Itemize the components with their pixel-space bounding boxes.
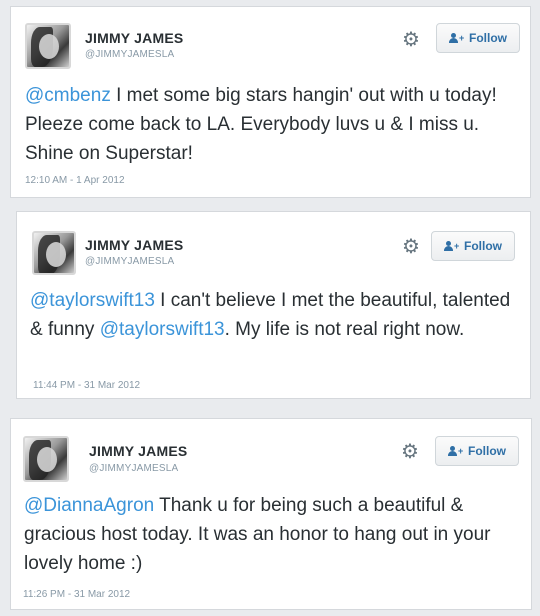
follow-label: Follow [468,444,506,458]
tweet-text: @cmbenz I met some big stars hangin' out… [25,81,516,168]
follow-label: Follow [464,239,502,253]
mention-link[interactable]: @DiannaAgron [24,495,154,516]
follow-button[interactable]: + Follow [431,231,515,261]
username-handle[interactable]: @JIMMYJAMESLA [85,49,174,60]
add-person-icon: + [449,32,464,44]
mention-link[interactable]: @cmbenz [25,85,111,106]
avatar[interactable] [32,231,76,275]
add-person-icon: + [448,445,463,457]
tweet-card: JIMMY JAMES @JIMMYJAMESLA ⚙ + Follow @cm… [10,6,531,198]
tweet-timestamp[interactable]: 11:26 PM - 31 Mar 2012 [23,589,130,600]
follow-button[interactable]: + Follow [435,436,519,466]
gear-icon[interactable]: ⚙ [397,439,423,465]
tweet-card: JIMMY JAMES @JIMMYJAMESLA ⚙ + Follow @Di… [10,418,532,610]
display-name[interactable]: JIMMY JAMES [85,30,183,46]
tweet-text: @taylorswift13 I can't believe I met the… [30,286,520,344]
tweet-text: @DiannaAgron Thank u for being such a be… [24,491,517,578]
follow-button[interactable]: + Follow [436,23,520,53]
display-name[interactable]: JIMMY JAMES [89,443,187,459]
avatar[interactable] [23,436,69,482]
username-handle[interactable]: @JIMMYJAMESLA [85,256,174,267]
mention-link[interactable]: @taylorswift13 [100,319,225,340]
tweet-text-segment: . My life is not real right now. [224,319,465,340]
add-person-icon: + [444,240,459,252]
display-name[interactable]: JIMMY JAMES [85,237,183,253]
mention-link[interactable]: @taylorswift13 [30,290,155,311]
tweet-timestamp[interactable]: 12:10 AM - 1 Apr 2012 [25,175,125,186]
follow-label: Follow [469,31,507,45]
gear-icon[interactable]: ⚙ [398,27,424,53]
username-handle[interactable]: @JIMMYJAMESLA [89,463,178,474]
avatar[interactable] [25,23,71,69]
tweet-timestamp[interactable]: 11:44 PM - 31 Mar 2012 [33,380,140,391]
gear-icon[interactable]: ⚙ [398,234,424,260]
tweet-card: JIMMY JAMES @JIMMYJAMESLA ⚙ + Follow @ta… [16,211,531,399]
